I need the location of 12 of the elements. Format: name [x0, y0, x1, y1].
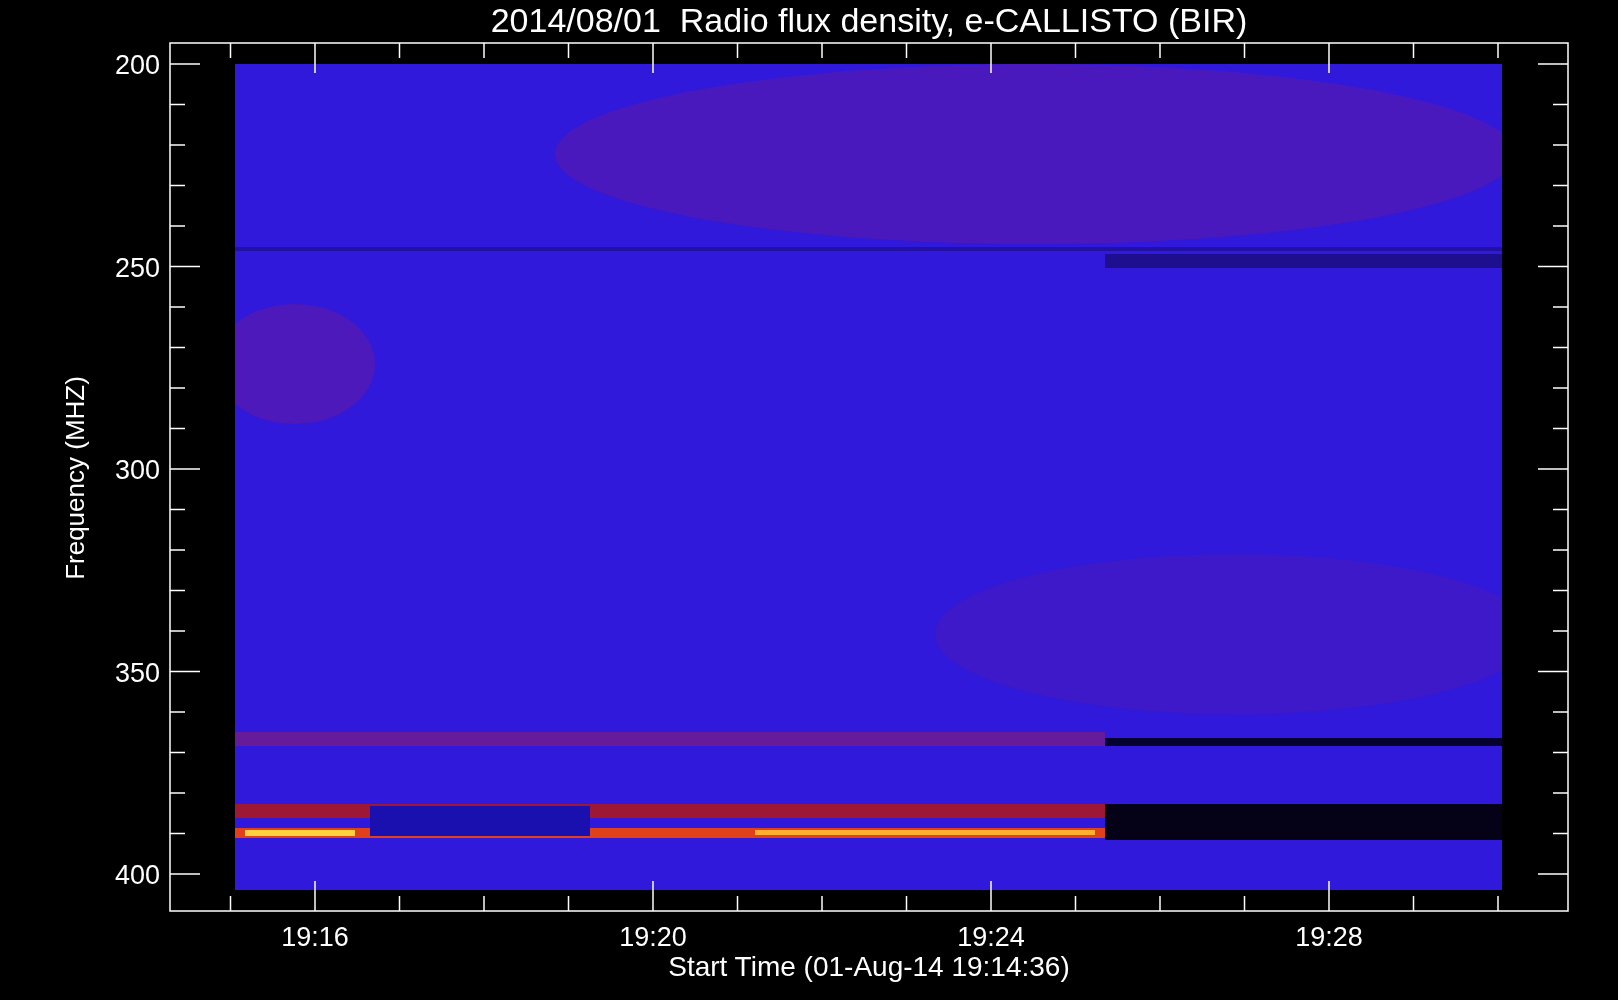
x-tick-label: 19:24 [957, 922, 1025, 952]
y-axis-label: Frequency (MHZ) [60, 376, 90, 580]
y-tick-label: 350 [114, 657, 160, 688]
chart-title: 2014/08/01 Radio flux density, e-CALLISTO (BIR) [490, 1, 1248, 39]
x-axis-label: Start Time (01-Aug-14 19:14:36) [668, 951, 1070, 982]
x-tick-label: 19:28 [1295, 922, 1363, 952]
x-tick-label: 19:20 [619, 922, 687, 952]
y-tick-label: 400 [114, 860, 160, 890]
y-tick-label: 250 [114, 252, 160, 283]
y-tick-label: 200 [114, 50, 160, 80]
y-tick-label: 300 [114, 455, 160, 485]
x-tick-label: 19:16 [281, 922, 349, 952]
